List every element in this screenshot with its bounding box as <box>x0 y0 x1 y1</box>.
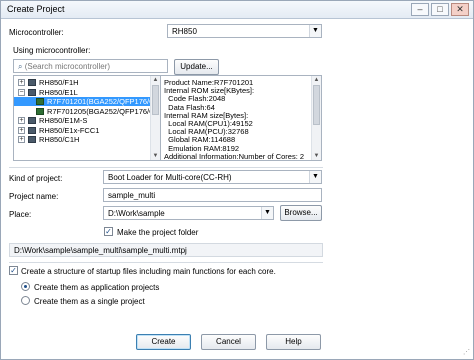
expand-icon[interactable]: + <box>18 126 25 134</box>
scroll-thumb[interactable] <box>152 85 159 115</box>
scroll-down-icon[interactable]: ▼ <box>151 152 160 160</box>
tree-item-label: R7F701205(BGA252/QFP176/QFP <box>47 106 161 116</box>
application-projects-label: Create them as application projects <box>34 283 160 292</box>
tree-item[interactable]: + RH850/C1H <box>14 135 150 144</box>
make-folder-checkbox[interactable]: ✓ <box>104 227 113 236</box>
create-project-dialog: Create Project – □ ✕ Microcontroller: RH… <box>0 0 474 360</box>
chevron-down-icon: ▼ <box>309 171 321 183</box>
maximize-button[interactable]: □ <box>431 3 449 16</box>
single-project-label: Create them as a single project <box>34 297 145 306</box>
tree-item-label: RH850/F1H <box>39 78 79 87</box>
tree-item[interactable]: + RH850/F1H <box>14 78 150 87</box>
kind-of-project-label: Kind of project: <box>9 174 63 183</box>
tree-item-label: R7F701201(BGA252/QFP176/QFP <box>47 97 161 106</box>
kind-of-project-value: Boot Loader for Multi-core(CC-RH) <box>108 173 232 182</box>
separator <box>9 262 323 263</box>
title-bar[interactable]: Create Project – □ ✕ <box>1 1 473 19</box>
tree-item[interactable]: + RH850/E1x-FCC1 <box>14 126 150 135</box>
project-path-display: D:\Work\sample\sample_multi\sample_multi… <box>9 243 323 257</box>
startup-files-checkbox[interactable]: ✓ <box>9 266 18 275</box>
microcontroller-chip-icon <box>28 88 36 96</box>
tree-item[interactable]: − RH850/E1L <box>14 88 150 97</box>
kind-of-project-select[interactable]: Boot Loader for Multi-core(CC-RH) ▼ <box>103 170 322 184</box>
collapse-icon[interactable]: − <box>18 88 25 96</box>
expand-icon[interactable]: + <box>18 79 25 86</box>
separator <box>9 167 323 168</box>
application-projects-radio[interactable] <box>21 282 30 291</box>
project-name-label: Project name: <box>9 192 59 201</box>
cancel-button[interactable]: Cancel <box>201 334 256 350</box>
scroll-up-icon[interactable]: ▲ <box>312 76 321 84</box>
info-scrollbar[interactable]: ▲ ▼ <box>311 76 321 160</box>
project-path-text: D:\Work\sample\sample_multi\sample_multi… <box>14 246 187 255</box>
microcontroller-info-panel: Product Name:R7F701201 Internal ROM size[… <box>160 75 322 161</box>
tree-item-label: RH850/E1L <box>39 87 78 97</box>
tree-item-label: RH850/E1x-FCC1 <box>39 125 100 135</box>
tree-item[interactable]: + RH850/E1M-S <box>14 116 150 125</box>
microcontroller-chip-icon <box>36 107 44 115</box>
place-select[interactable]: D:\Work\sample ▼ <box>103 206 274 220</box>
microcontroller-select[interactable]: RH850 ▼ <box>167 24 322 38</box>
window-title: Create Project <box>7 4 65 14</box>
microcontroller-chip-icon <box>28 126 36 134</box>
tree-item-label: RH850/C1H <box>39 135 80 144</box>
info-line: Additional Information:Number of Cores: … <box>164 151 305 161</box>
scroll-thumb[interactable] <box>313 85 320 125</box>
search-placeholder: (Search microcontroller) <box>24 62 111 71</box>
using-microcontroller-label: Using microcontroller: <box>13 46 91 55</box>
place-value: D:\Work\sample <box>108 209 165 218</box>
browse-button[interactable]: Browse... <box>280 205 322 221</box>
resize-grip-icon[interactable]: ⋰ <box>463 349 471 357</box>
tree-item-label: RH850/E1M-S <box>39 116 88 125</box>
microcontroller-chip-icon <box>28 79 36 86</box>
microcontroller-label: Microcontroller: <box>9 28 64 37</box>
microcontroller-chip-icon <box>36 98 44 105</box>
project-name-value: sample_multi <box>108 191 156 200</box>
create-button[interactable]: Create <box>136 334 191 350</box>
make-folder-label: Make the project folder <box>117 228 199 237</box>
search-icon: ⌕ <box>18 62 23 71</box>
chevron-down-icon: ▼ <box>309 25 321 37</box>
scroll-up-icon[interactable]: ▲ <box>151 76 160 84</box>
tree-item[interactable]: R7F701205(BGA252/QFP176/QFP <box>14 107 160 116</box>
single-project-radio[interactable] <box>21 296 30 305</box>
update-button[interactable]: Update... <box>174 59 219 75</box>
tree-item[interactable]: R7F701201(BGA252/QFP176/QFP <box>14 97 160 106</box>
chevron-down-icon: ▼ <box>261 207 273 219</box>
help-button[interactable]: Help <box>266 334 321 350</box>
tree-scrollbar[interactable]: ▲ ▼ <box>150 76 160 160</box>
close-button[interactable]: ✕ <box>451 3 469 16</box>
expand-icon[interactable]: + <box>18 117 25 124</box>
startup-files-label: Create a structure of startup files incl… <box>21 267 276 276</box>
project-name-field[interactable]: sample_multi <box>103 188 322 202</box>
expand-icon[interactable]: + <box>18 136 25 143</box>
place-label: Place: <box>9 210 32 219</box>
microcontroller-value: RH850 <box>172 27 197 36</box>
microcontroller-chip-icon <box>28 117 36 124</box>
minimize-button[interactable]: – <box>411 3 429 16</box>
microcontroller-tree[interactable]: + RH850/F1H − RH850/E1L R7F701201(BGA252/QFP… <box>13 75 161 161</box>
scroll-down-icon[interactable]: ▼ <box>312 152 321 160</box>
microcontroller-chip-icon <box>28 136 36 143</box>
search-microcontroller-input[interactable]: ⌕ (Search microcontroller) <box>13 59 168 73</box>
